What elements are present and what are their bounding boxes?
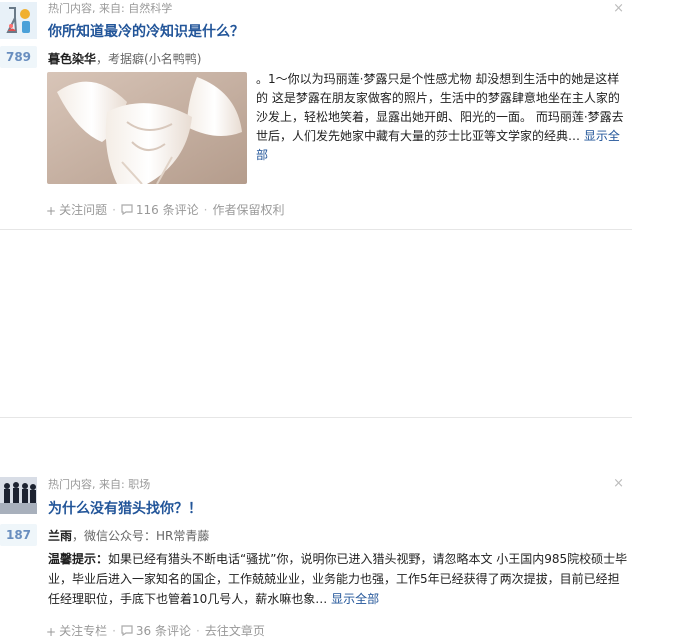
feed-meta: 热门内容, 来自: 自然科学 [48,2,173,15]
article-summary: 温馨提示：如果已经有猎头不断电话“骚扰”你，说明你已进入猎头视野，请忽略本文 小… [48,549,630,609]
author-bio: ，微信公众号：HR常青藤 [72,529,210,543]
feed-item: 热门内容, 来自: 职场 × 为什么没有猎头找你？！ 187 兰雨，微信公众号：… [0,236,632,639]
feed-meta: 热门内容, 来自: 职场 [48,478,151,491]
answer-summary: 。1～你以为玛丽莲·梦露只是个性感尤物 却没想到生活中的她是这样的 这是梦露在朋… [256,70,628,165]
career-topic-icon[interactable] [0,477,37,514]
article-title[interactable]: 为什么没有猎头找你？！ [48,498,202,518]
author-line: 兰雨，微信公众号：HR常青藤 [48,527,209,544]
plus-icon: + [46,625,57,639]
summary-text: 。1～你以为玛丽莲·梦露只是个性感尤物 却没想到生活中的她是这样的 这是梦露在朋… [256,72,624,143]
answer-thumbnail[interactable] [47,72,247,184]
feed-item: 热门内容, 来自: 自然科学 × 你所知道最冷的冷知识是什么？ 789 暮色染华… [0,0,632,230]
follow-label: 关注专栏 [59,624,108,638]
question-title[interactable]: 你所知道最冷的冷知识是什么？ [48,21,244,41]
close-icon[interactable]: × [613,1,624,16]
comments-button[interactable]: 36 条评论 [121,624,191,638]
action-bar: + 关注专栏 · 36 条评论 · 去往文章页 [46,624,265,639]
comments-label: 116 条评论 [135,203,199,217]
go-to-article-link[interactable]: 去往文章页 [205,624,265,638]
action-bar: + 关注问题 · 116 条评论 · 作者保留权利 [46,203,285,218]
author-bio: ，考据癖(小名鸭鸭) [96,52,202,66]
comments-button[interactable]: 116 条评论 [121,203,199,217]
science-topic-icon[interactable] [0,2,37,39]
comment-icon [121,625,133,636]
author-line: 暮色染华，考据癖(小名鸭鸭) [48,50,201,67]
author-name[interactable]: 兰雨 [48,529,72,543]
close-icon[interactable]: × [613,476,624,491]
vote-count[interactable]: 789 [0,46,37,68]
follow-question-button[interactable]: + 关注问题 [46,203,108,218]
plus-icon: + [46,204,57,218]
feed: 热门内容, 来自: 自然科学 × 你所知道最冷的冷知识是什么？ 789 暮色染华… [0,0,632,639]
comments-label: 36 条评论 [135,624,191,638]
follow-column-button[interactable]: + 关注专栏 [46,624,108,639]
follow-label: 关注问题 [59,203,108,217]
vote-count[interactable]: 187 [0,524,37,546]
summary-hint: 温馨提示： [48,552,109,566]
rights-label: 作者保留权利 [212,203,285,217]
comment-icon [121,204,133,215]
show-all-link[interactable]: 显示全部 [331,592,379,606]
author-name[interactable]: 暮色染华 [48,52,96,66]
